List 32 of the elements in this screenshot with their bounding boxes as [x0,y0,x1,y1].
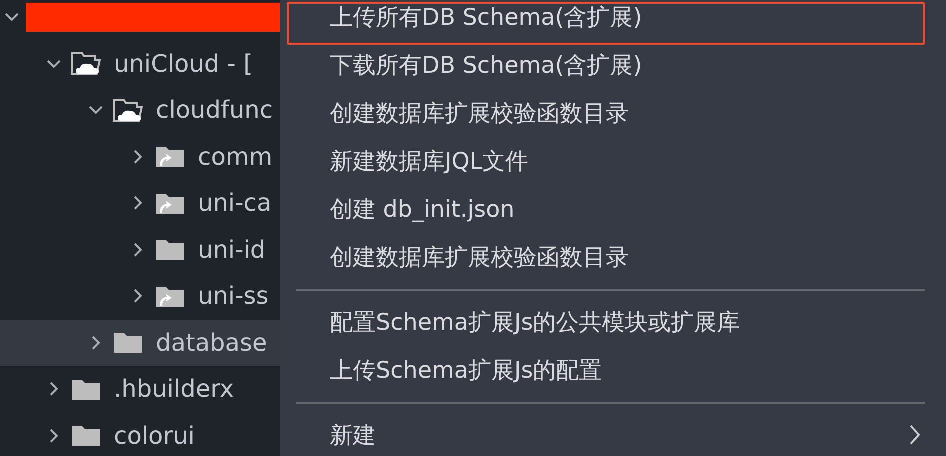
menu-item[interactable]: 创建 db_init.json [280,185,946,233]
tree-row[interactable]: colorui [0,412,280,450]
tree-row[interactable]: uniCloud - [ [0,40,280,87]
tree-item[interactable]: uni-ca [198,189,272,218]
menu-item[interactable]: 上传所有DB Schema(含扩展) [280,0,946,41]
tree-item[interactable]: uni-ss [198,282,269,310]
menu-item[interactable]: 配置Schema扩展Js的公共模块或扩展库 [280,298,946,346]
tree-item[interactable]: uni-id [198,236,266,264]
menu-item[interactable]: 新建 [280,411,946,456]
tree-item[interactable]: comm [198,142,273,171]
tree-item[interactable]: colorui [114,422,195,450]
folder-icon [113,330,143,356]
tree-row[interactable]: .hbuilderx [0,366,280,412]
folder-icon [71,423,101,448]
menu-item[interactable]: 创建数据库扩展校验函数目录 [280,89,946,137]
menu-item[interactable]: 下载所有DB Schema(含扩展) [280,41,946,89]
tree-item[interactable]: cloudfunc [156,96,274,124]
tree-item[interactable]: database [156,328,268,357]
tree-item[interactable]: uniCloud - [ [114,50,253,78]
tree-row[interactable]: uni-ss [0,273,280,320]
tree-item[interactable]: .hbuilderx [114,375,234,404]
menu-item[interactable]: 上传Schema扩展Js的配置 [280,346,946,394]
shortcut-folder-icon [155,144,185,170]
folder-icon [155,237,185,262]
cloud-folder-icon [113,98,143,123]
tree-row[interactable]: uni-id [0,226,280,273]
cloud-folder-icon [71,51,101,76]
menu-item[interactable]: 新建数据库JQL文件 [280,137,946,185]
tree-row[interactable]: comm [0,134,280,180]
tree-row[interactable]: cloudfunc [0,87,280,134]
menu-item[interactable]: 创建数据库扩展校验函数目录 [280,233,946,281]
tree-row[interactable]: uni-ca [0,180,280,226]
